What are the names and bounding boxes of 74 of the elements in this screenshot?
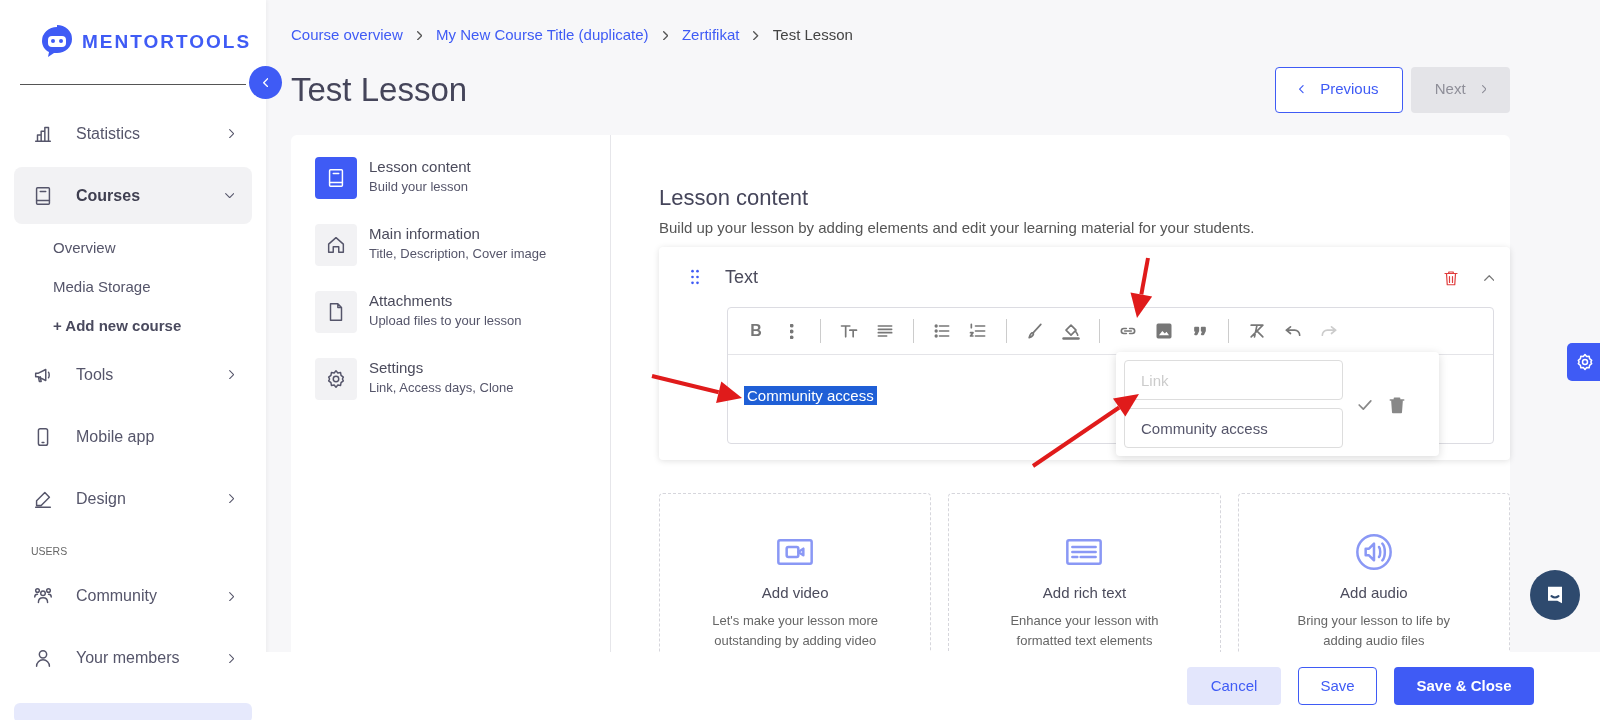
robot-logo-icon [40, 25, 74, 59]
chevron-right-icon [228, 591, 234, 601]
sidebar-item[interactable]: Your members [14, 629, 252, 687]
editor-text: Community access [744, 386, 877, 406]
chevron-right-icon [228, 128, 234, 139]
card-description: adding audio files [1322, 631, 1426, 650]
card-description: outstanding by adding video [713, 631, 878, 650]
chevron-right-icon [228, 369, 234, 380]
content-description: Build up your lesson by adding elements and edit your learning material for your students. [659, 217, 1256, 238]
sidebar-item[interactable]: Community [14, 567, 252, 625]
add-course-link[interactable]: + Add new course [0, 307, 266, 346]
card-title: Add video [760, 583, 830, 604]
lesson-section-item[interactable]: Main information Title, Description, Cover image [315, 223, 586, 266]
sidebar-item[interactable]: Statistics [14, 105, 252, 162]
section-title: Settings [369, 357, 425, 378]
sidebar-item[interactable]: Tools [14, 346, 252, 403]
chevron-up-icon [1483, 275, 1494, 282]
image-icon [1154, 321, 1174, 342]
chevron-left-icon [1299, 85, 1305, 94]
annotation-arrow [1130, 257, 1153, 318]
sidebar-subitem[interactable]: Overview [0, 229, 266, 268]
section-heading: USERS [30, 544, 69, 559]
section-title: Main information [369, 223, 481, 244]
card-description: Bring your lesson to life by [1296, 611, 1452, 630]
breadcrumb-current: Test Lesson [772, 25, 853, 45]
sidebar-item[interactable]: Design [14, 470, 252, 527]
section-subtitle: Upload files to your lesson [369, 311, 522, 330]
paint-bucket-icon [1061, 321, 1081, 342]
card-description: Let's make your lesson more [711, 611, 880, 630]
section-title: Lesson content [369, 156, 471, 177]
settings-button[interactable] [1567, 343, 1600, 381]
dots-icon [790, 323, 794, 339]
breadcrumb-separator-icon [753, 30, 759, 40]
breadcrumb-separator-icon [416, 30, 423, 40]
settings-icon [325, 367, 347, 390]
save-button[interactable]: Save [1298, 667, 1377, 705]
breadcrumb-separator-icon [662, 30, 668, 40]
lesson-section-item[interactable]: Lesson content Build your lesson [315, 156, 586, 199]
breadcrumb-link[interactable]: My New Course Title (duplicate) [436, 24, 649, 47]
sidebar-item[interactable]: Mobile app [14, 408, 252, 465]
collapse-sidebar-button[interactable] [249, 66, 282, 99]
block-title: Text [725, 265, 759, 289]
card-title: Add rich text [1041, 583, 1128, 604]
breadcrumb-link[interactable]: Course overview [291, 24, 403, 47]
logo-text: MENTORTOOLS [82, 29, 252, 54]
sidebar-item[interactable]: Courses [14, 167, 252, 224]
page-title: Test Lesson [291, 69, 468, 110]
content-heading: Lesson content [659, 184, 810, 211]
lesson-section-item[interactable]: Attachments Upload files to your lesson [315, 290, 586, 333]
trash-icon [1441, 269, 1460, 288]
bold-button[interactable]: B [740, 316, 772, 347]
section-subtitle: Build your lesson [369, 177, 469, 196]
trash-icon [1387, 395, 1407, 416]
card-description: Enhance your lesson with [1009, 611, 1160, 630]
chevron-right-icon [228, 493, 234, 504]
chevron-left-icon [262, 77, 269, 88]
previous-button[interactable]: Previous [1275, 66, 1403, 113]
lesson-section-item[interactable]: Settings Link, Access days, Clone [315, 357, 586, 400]
chevron-right-icon [1481, 85, 1487, 94]
cancel-button[interactable]: Cancel [1187, 667, 1281, 705]
speaker-icon [1353, 532, 1394, 573]
chevron-right-icon [228, 653, 234, 663]
section-subtitle: Title, Description, Cover image [369, 244, 547, 263]
chat-button[interactable] [1530, 570, 1580, 620]
chevron-down-icon [224, 192, 234, 199]
card-description: formatted text elements [1015, 631, 1154, 650]
section-subtitle: Link, Access days, Clone [369, 378, 514, 397]
breadcrumb-link[interactable]: Zertifikat [681, 24, 740, 47]
sidebar-subitem[interactable]: Media Storage [0, 268, 266, 307]
card-title: Add audio [1339, 583, 1409, 604]
save-and-close-button[interactable]: Save & Close [1394, 667, 1534, 705]
link-text-field[interactable]: Community access [1124, 408, 1343, 449]
section-title: Attachments [369, 290, 454, 311]
settings-icon [1575, 352, 1595, 372]
